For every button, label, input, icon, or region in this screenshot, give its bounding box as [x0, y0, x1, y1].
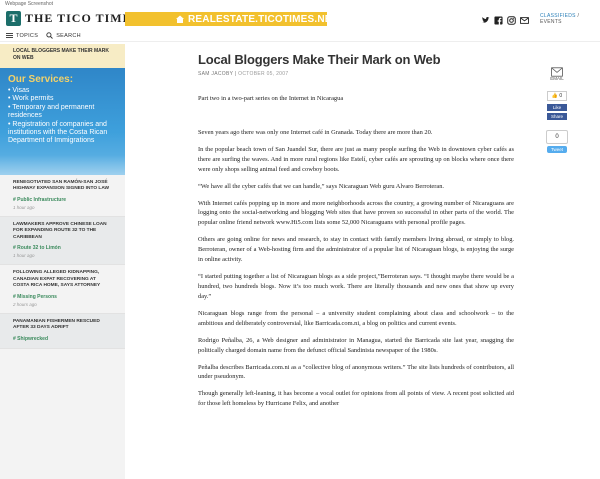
facebook-share-button[interactable]: Share	[547, 113, 567, 120]
envelope-icon	[551, 64, 563, 77]
logo-mark: T	[6, 11, 21, 26]
instagram-icon[interactable]	[507, 12, 516, 25]
story-tag[interactable]: # Route 32 to Limón	[13, 245, 112, 251]
article-paragraph: In the popular beach town of San Juandel…	[198, 145, 514, 173]
publish-date: OCTOBER 05, 2007	[238, 71, 289, 77]
ad-item: • Visas	[8, 87, 30, 94]
article-paragraph: Seven years ago there was only one Inter…	[198, 128, 433, 136]
article-paragraph: With Internet cafés popping up in more a…	[198, 199, 514, 227]
real-estate-banner[interactable]: REALESTATE.TICOTIMES.NET	[125, 12, 338, 26]
top-links: CLASSIFIEDS / EVENTS	[540, 13, 600, 25]
facebook-icon[interactable]	[494, 12, 503, 25]
article-title: Local Bloggers Make Their Mark on Web	[198, 52, 441, 67]
search-icon	[46, 32, 54, 39]
facebook-like-button[interactable]: Like	[547, 104, 567, 111]
sidebar-story[interactable]: LAWMAKERS APPROVE CHINESE LOAN FOR EXPAN…	[0, 216, 125, 266]
topics-menu-button[interactable]: TOPICS	[6, 32, 38, 39]
house-icon	[175, 14, 185, 24]
email-icon[interactable]	[520, 12, 529, 24]
topics-label: TOPICS	[16, 32, 39, 39]
article-paragraph: “I started putting together a list of Ni…	[198, 273, 514, 300]
author-link[interactable]: SAM JACOBY	[198, 71, 233, 77]
site-header: T THE TICO TIMES Since 1956 REALESTATE.T…	[0, 8, 600, 30]
logo-text: THE TICO TIMES	[25, 11, 140, 25]
sidebar-story[interactable]: FOLLOWING ALLEGED KIDNAPPING, CANADIAN E…	[0, 265, 125, 314]
like-counter[interactable]: 👍 0	[547, 91, 567, 101]
ad-item: • Registration of companies and institut…	[8, 120, 108, 145]
article-paragraph: Though generally left-leaning, it has be…	[198, 390, 514, 408]
article-paragraph: Nicaraguan blogs range from the personal…	[198, 309, 514, 327]
article-paragraph: Others are going online for news and res…	[198, 236, 514, 264]
thumbs-up-icon: 👍	[551, 93, 559, 99]
twitter-icon[interactable]	[481, 12, 490, 23]
story-time: 2 hours ago	[13, 301, 37, 307]
tweet-button[interactable]: Tweet	[547, 146, 567, 153]
article-paragraph: Part two in a two-part series on the Int…	[198, 95, 344, 102]
services-ad[interactable]: Our Services: • Visas • Work permits • T…	[0, 68, 125, 175]
story-tag[interactable]: # Public Infrastructure	[13, 197, 112, 203]
article: Local Bloggers Make Their Mark on Web SA…	[198, 44, 514, 409]
article-paragraph: “We have all the cyber cafés that we can…	[198, 182, 445, 190]
email-share-button[interactable]: EMAIL	[545, 64, 569, 81]
story-time: 1 hour ago	[13, 253, 35, 259]
ad-fade	[0, 155, 125, 175]
ad-list: • Visas • Work permits • Temporary and p…	[8, 87, 117, 146]
search-button[interactable]: SEARCH	[46, 32, 81, 39]
menu-icon	[6, 32, 13, 39]
banner-text: REALESTATE.TICOTIMES.NET	[188, 13, 338, 25]
ad-title: Our Services:	[8, 74, 74, 85]
article-paragraph: Peñalba describes Barricada.com.ni as a …	[198, 363, 514, 381]
story-title: RENEGOTIATED SAN RAMÓN-SAN JOSÉ HIGHWAY …	[13, 180, 110, 192]
top-nav: TOPICS SEARCH	[0, 30, 600, 42]
ad-item: • Work permits	[8, 95, 54, 103]
story-time: 1 hour ago	[13, 204, 35, 210]
email-label: EMAIL	[550, 76, 564, 81]
window-label: Webpage Screenshot	[5, 1, 53, 7]
article-paragraph: Rodrigo Peñalba, 26, a Web designer and …	[198, 336, 514, 354]
byline: SAM JACOBY | OCTOBER 05, 2007	[198, 71, 514, 77]
story-title: PANAMANIAN FISHERMEN RESCUED AFTER 33 DA…	[13, 318, 100, 331]
ad-item: • Temporary and permanent residences	[8, 103, 95, 120]
share-column: EMAIL 👍 0 Like Share 0 Tweet	[545, 64, 569, 153]
sidebar-story[interactable]: RENEGOTIATED SAN RAMÓN-SAN JOSÉ HIGHWAY …	[0, 175, 125, 217]
story-title: FOLLOWING ALLEGED KIDNAPPING, CANADIAN E…	[13, 270, 101, 289]
story-tag[interactable]: # Missing Persons	[13, 294, 112, 300]
tweet-count: 0	[546, 130, 568, 144]
left-sidebar: LOCAL BLOGGERS MAKE THEIR MARK ON WEB Ou…	[0, 44, 125, 479]
story-tag[interactable]: # Shipwrecked	[13, 336, 112, 342]
search-label: SEARCH	[56, 32, 81, 39]
social-links	[481, 12, 529, 25]
current-story-link[interactable]: LOCAL BLOGGERS MAKE THEIR MARK ON WEB	[0, 44, 125, 68]
sidebar-story[interactable]: PANAMANIAN FISHERMEN RESCUED AFTER 33 DA…	[0, 313, 125, 349]
like-count: 0	[559, 93, 563, 99]
story-title: LAWMAKERS APPROVE CHINESE LOAN FOR EXPAN…	[13, 221, 107, 240]
